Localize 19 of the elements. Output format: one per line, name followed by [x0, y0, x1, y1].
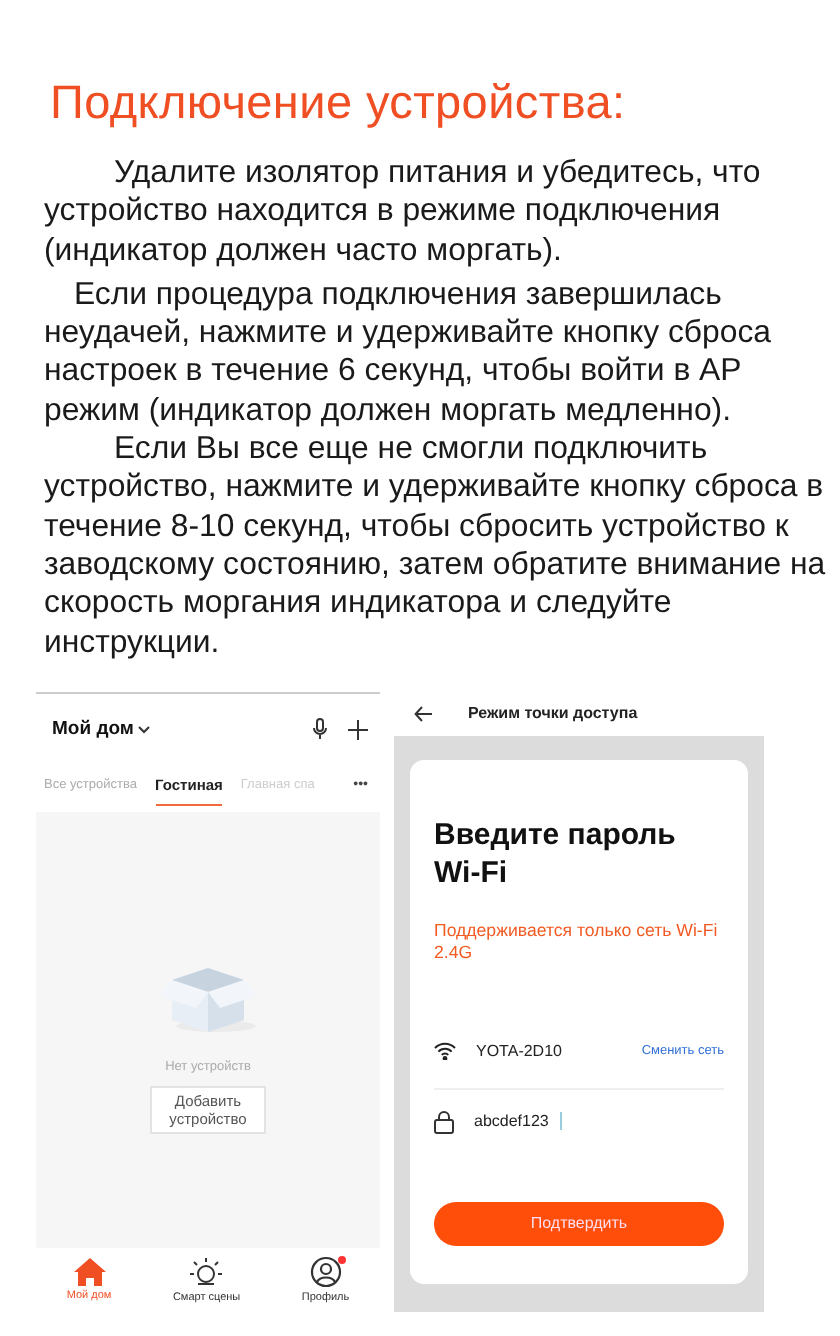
network-name: YOTA-2D10 — [476, 1042, 564, 1061]
card-heading: Введите пароль Wi-Fi — [434, 815, 678, 892]
home-name[interactable]: Мой дом — [52, 718, 134, 741]
network-note: Поддерживается только сеть Wi-Fi 2.4G — [434, 919, 720, 964]
sun-icon — [190, 1255, 223, 1288]
add-icon[interactable] — [348, 719, 368, 740]
back-arrow-icon[interactable] — [414, 705, 432, 722]
profile-icon — [309, 1255, 342, 1288]
password-field[interactable]: abcdef123 — [474, 1112, 562, 1131]
microphone-icon[interactable] — [312, 718, 328, 741]
instruction-paragraph: Если процедура подключения завершилась неудачей, нажмите и удерживайте кнопку сброса настроек в течение 6 секунд, чтобы войти в AP режим (индикатор должен моргать медленно). — [44, 275, 773, 431]
home-icon — [73, 1257, 106, 1286]
page-title: Подключение устройства: — [50, 76, 628, 130]
screen-title: Режим точки доступа — [468, 704, 638, 723]
instruction-paragraph: Удалите изолятор питания и убедитесь, что устройство находится в режиме подключения (индикатор должен часто моргать). — [44, 154, 763, 270]
instruction-paragraph: Если Вы все еще не смогли подключить устройство, нажмите и удерживайте кнопку сброса в течение 8-10 секунд, чтобы сбросить устройство к заводскому состоянию, затем обратите внимание на скорость моргания индикатора и следуйте инструкции. — [44, 430, 828, 662]
chevron-down-icon[interactable] — [137, 725, 150, 734]
lock-icon — [434, 1109, 454, 1134]
wifi-icon — [434, 1042, 456, 1061]
